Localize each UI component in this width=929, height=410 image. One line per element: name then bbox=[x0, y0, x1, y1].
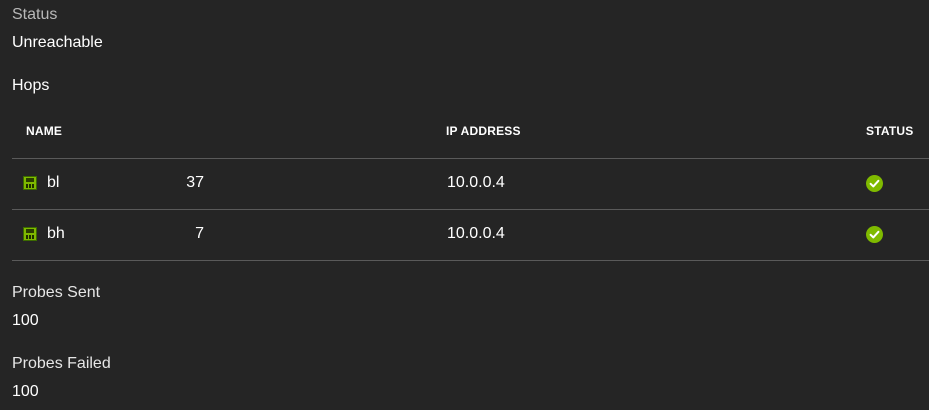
hop-ip-address: 10.0.0.4 bbox=[447, 174, 505, 191]
status-value: Unreachable bbox=[12, 34, 103, 51]
hop-name: bl bbox=[47, 174, 60, 191]
probes-failed-label: Probes Failed bbox=[12, 355, 111, 372]
vm-icon bbox=[23, 176, 37, 190]
hop-count: 37 bbox=[186, 174, 204, 191]
hop-count: 7 bbox=[195, 225, 204, 242]
status-label: Status bbox=[12, 6, 58, 23]
column-header-ip-address[interactable]: IP ADDRESS bbox=[446, 124, 521, 138]
probes-sent-value: 100 bbox=[12, 312, 39, 329]
table-row[interactable]: bh 7 10.0.0.4 bbox=[12, 210, 929, 261]
connection-troubleshoot-details: Status Unreachable Hops NAME IP ADDRESS … bbox=[0, 0, 929, 410]
probes-failed-value: 100 bbox=[12, 383, 39, 400]
column-header-status[interactable]: STATUS bbox=[866, 124, 913, 138]
hops-table: NAME IP ADDRESS STATUS bl 37 10.0.0.4 bh… bbox=[12, 110, 929, 261]
vm-icon bbox=[23, 227, 37, 241]
hops-table-header: NAME IP ADDRESS STATUS bbox=[12, 110, 929, 159]
check-circle-icon bbox=[866, 226, 883, 243]
hops-heading: Hops bbox=[12, 77, 50, 94]
check-circle-icon bbox=[866, 175, 883, 192]
probes-sent-label: Probes Sent bbox=[12, 284, 101, 301]
column-header-name[interactable]: NAME bbox=[26, 124, 62, 138]
table-row[interactable]: bl 37 10.0.0.4 bbox=[12, 159, 929, 210]
hop-ip-address: 10.0.0.4 bbox=[447, 225, 505, 242]
hop-name: bh bbox=[47, 225, 65, 242]
